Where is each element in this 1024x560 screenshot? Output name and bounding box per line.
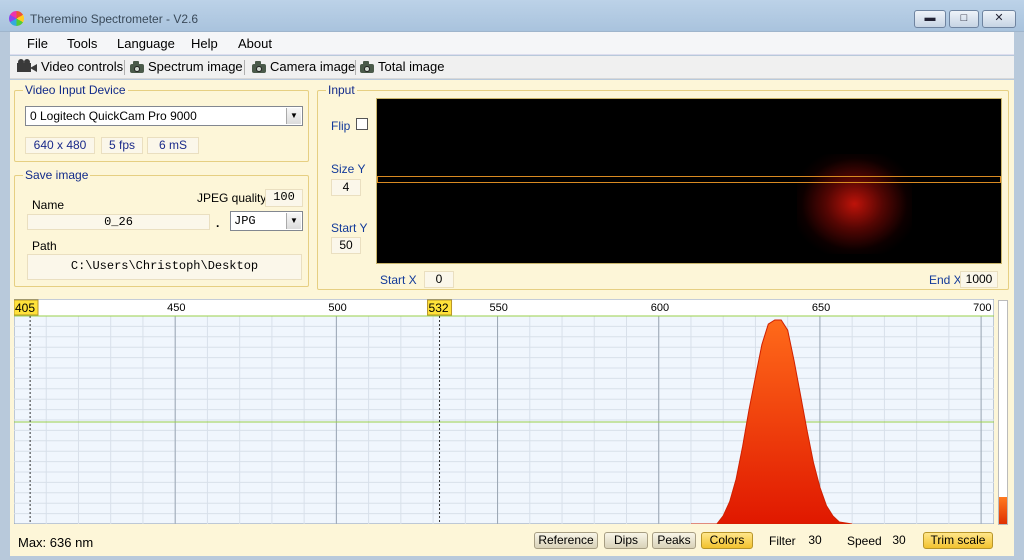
speed-value[interactable]: 30	[886, 533, 912, 547]
menu-bar: File Tools Language Help About	[10, 32, 1014, 55]
x-tick-label: 450	[167, 302, 185, 314]
camera-icon	[360, 60, 374, 73]
speed-label: Speed	[847, 534, 882, 548]
toolbar-divider	[355, 60, 356, 75]
image-format-select[interactable]: JPG ▼	[230, 211, 303, 231]
filename-field[interactable]: 0_26	[27, 214, 210, 230]
x-tick-label: 600	[651, 302, 669, 314]
end-x-label: End X	[929, 273, 962, 287]
jpeg-quality-field[interactable]: 100	[265, 189, 303, 207]
filter-label: Filter	[769, 534, 796, 548]
minimize-icon: ▬	[924, 12, 936, 24]
camera-icon	[130, 60, 144, 73]
video-controls-button[interactable]: Video controls	[17, 58, 124, 74]
flip-label: Flip	[331, 119, 351, 133]
menu-language[interactable]: Language	[117, 36, 175, 51]
video-controls-label: Video controls	[41, 59, 124, 74]
spectrum-chart-svg: 450 500 550 600 650 700 405 532	[13, 298, 995, 525]
app-logo-icon	[9, 11, 24, 26]
menu-help[interactable]: Help	[191, 36, 218, 51]
menu-file[interactable]: File	[27, 36, 48, 51]
exposure-field[interactable]: 6 mS	[147, 137, 199, 154]
video-input-title: Video Input Device	[23, 83, 128, 97]
window-title: Theremino Spectrometer - V2.6	[30, 12, 199, 26]
x-tick-label: 650	[812, 302, 830, 314]
light-spot	[797, 154, 912, 254]
minimize-button[interactable]: ▬	[914, 10, 946, 28]
size-y-label: Size Y	[331, 162, 366, 176]
camera-image-label: Camera image	[270, 59, 356, 74]
close-button[interactable]: ✕	[982, 10, 1016, 28]
maximize-button[interactable]: □	[949, 10, 979, 28]
dips-button[interactable]: Dips	[604, 532, 648, 549]
menu-tools[interactable]: Tools	[67, 36, 97, 51]
chevron-down-icon[interactable]: ▼	[286, 108, 301, 124]
save-image-group: Save image Name JPEG quality 100 0_26 . …	[14, 168, 309, 287]
path-field[interactable]: C:\Users\Christoph\Desktop	[27, 254, 302, 280]
x-tick-label: 500	[328, 302, 346, 314]
toolbar: Video controls Spectrum image Camera ima…	[10, 56, 1014, 79]
trim-scale-button[interactable]: Trim scale	[923, 532, 993, 549]
marker-label: 532	[429, 301, 449, 315]
x-tick-label: 550	[490, 302, 508, 314]
level-meter-fill	[999, 497, 1007, 524]
path-label: Path	[32, 239, 57, 253]
peaks-button[interactable]: Peaks	[652, 532, 696, 549]
maximize-icon: □	[960, 12, 968, 24]
level-meter	[998, 300, 1008, 525]
flip-checkbox[interactable]	[356, 118, 368, 130]
start-x-field[interactable]: 0	[424, 271, 454, 288]
name-label: Name	[32, 198, 65, 212]
toolbar-divider	[124, 60, 125, 75]
jpeg-quality-label: JPEG quality	[197, 191, 267, 205]
main-panel: Video Input Device 0 Logitech QuickCam P…	[10, 80, 1014, 556]
save-image-title: Save image	[23, 168, 91, 182]
title-bar: Theremino Spectrometer - V2.6 ▬ □ ✕	[0, 0, 1024, 32]
colors-button[interactable]: Colors	[701, 532, 753, 549]
end-x-field[interactable]: 1000	[960, 271, 998, 288]
close-icon: ✕	[994, 12, 1004, 24]
reference-button[interactable]: Reference	[534, 532, 598, 549]
start-y-label: Start Y	[331, 221, 368, 235]
video-camera-icon	[17, 58, 37, 73]
start-y-field[interactable]: 50	[331, 237, 361, 254]
spectrum-image-label: Spectrum image	[148, 59, 243, 74]
total-image-label: Total image	[378, 59, 445, 74]
image-format-value: JPG	[234, 214, 256, 228]
start-x-label: Start X	[380, 273, 417, 287]
max-wavelength-readout: Max: 636 nm	[18, 535, 94, 550]
toolbar-divider	[244, 60, 245, 75]
input-title: Input	[326, 83, 357, 97]
video-device-select[interactable]: 0 Logitech QuickCam Pro 9000 ▼	[25, 106, 303, 126]
camera-icon	[252, 60, 266, 73]
total-image-button[interactable]: Total image	[360, 59, 444, 74]
spectrum-chart[interactable]: 450 500 550 600 650 700 405 532	[13, 298, 995, 525]
size-y-field[interactable]: 4	[331, 179, 361, 196]
spectrum-image-button[interactable]: Spectrum image	[130, 59, 243, 74]
chevron-down-icon[interactable]: ▼	[286, 213, 301, 229]
menu-about[interactable]: About	[238, 36, 272, 51]
marker-label: 405	[15, 301, 35, 315]
video-input-group: Video Input Device 0 Logitech QuickCam P…	[14, 83, 309, 162]
camera-preview[interactable]	[376, 98, 1002, 264]
fps-field[interactable]: 5 fps	[101, 137, 143, 154]
x-tick-label: 700	[973, 302, 991, 314]
video-device-value: 0 Logitech QuickCam Pro 9000	[30, 109, 197, 123]
filter-value[interactable]: 30	[802, 533, 828, 547]
extension-dot: .	[216, 216, 220, 230]
sampling-band[interactable]	[377, 176, 1001, 183]
camera-image-button[interactable]: Camera image	[252, 59, 355, 74]
resolution-field[interactable]: 640 x 480	[25, 137, 95, 154]
